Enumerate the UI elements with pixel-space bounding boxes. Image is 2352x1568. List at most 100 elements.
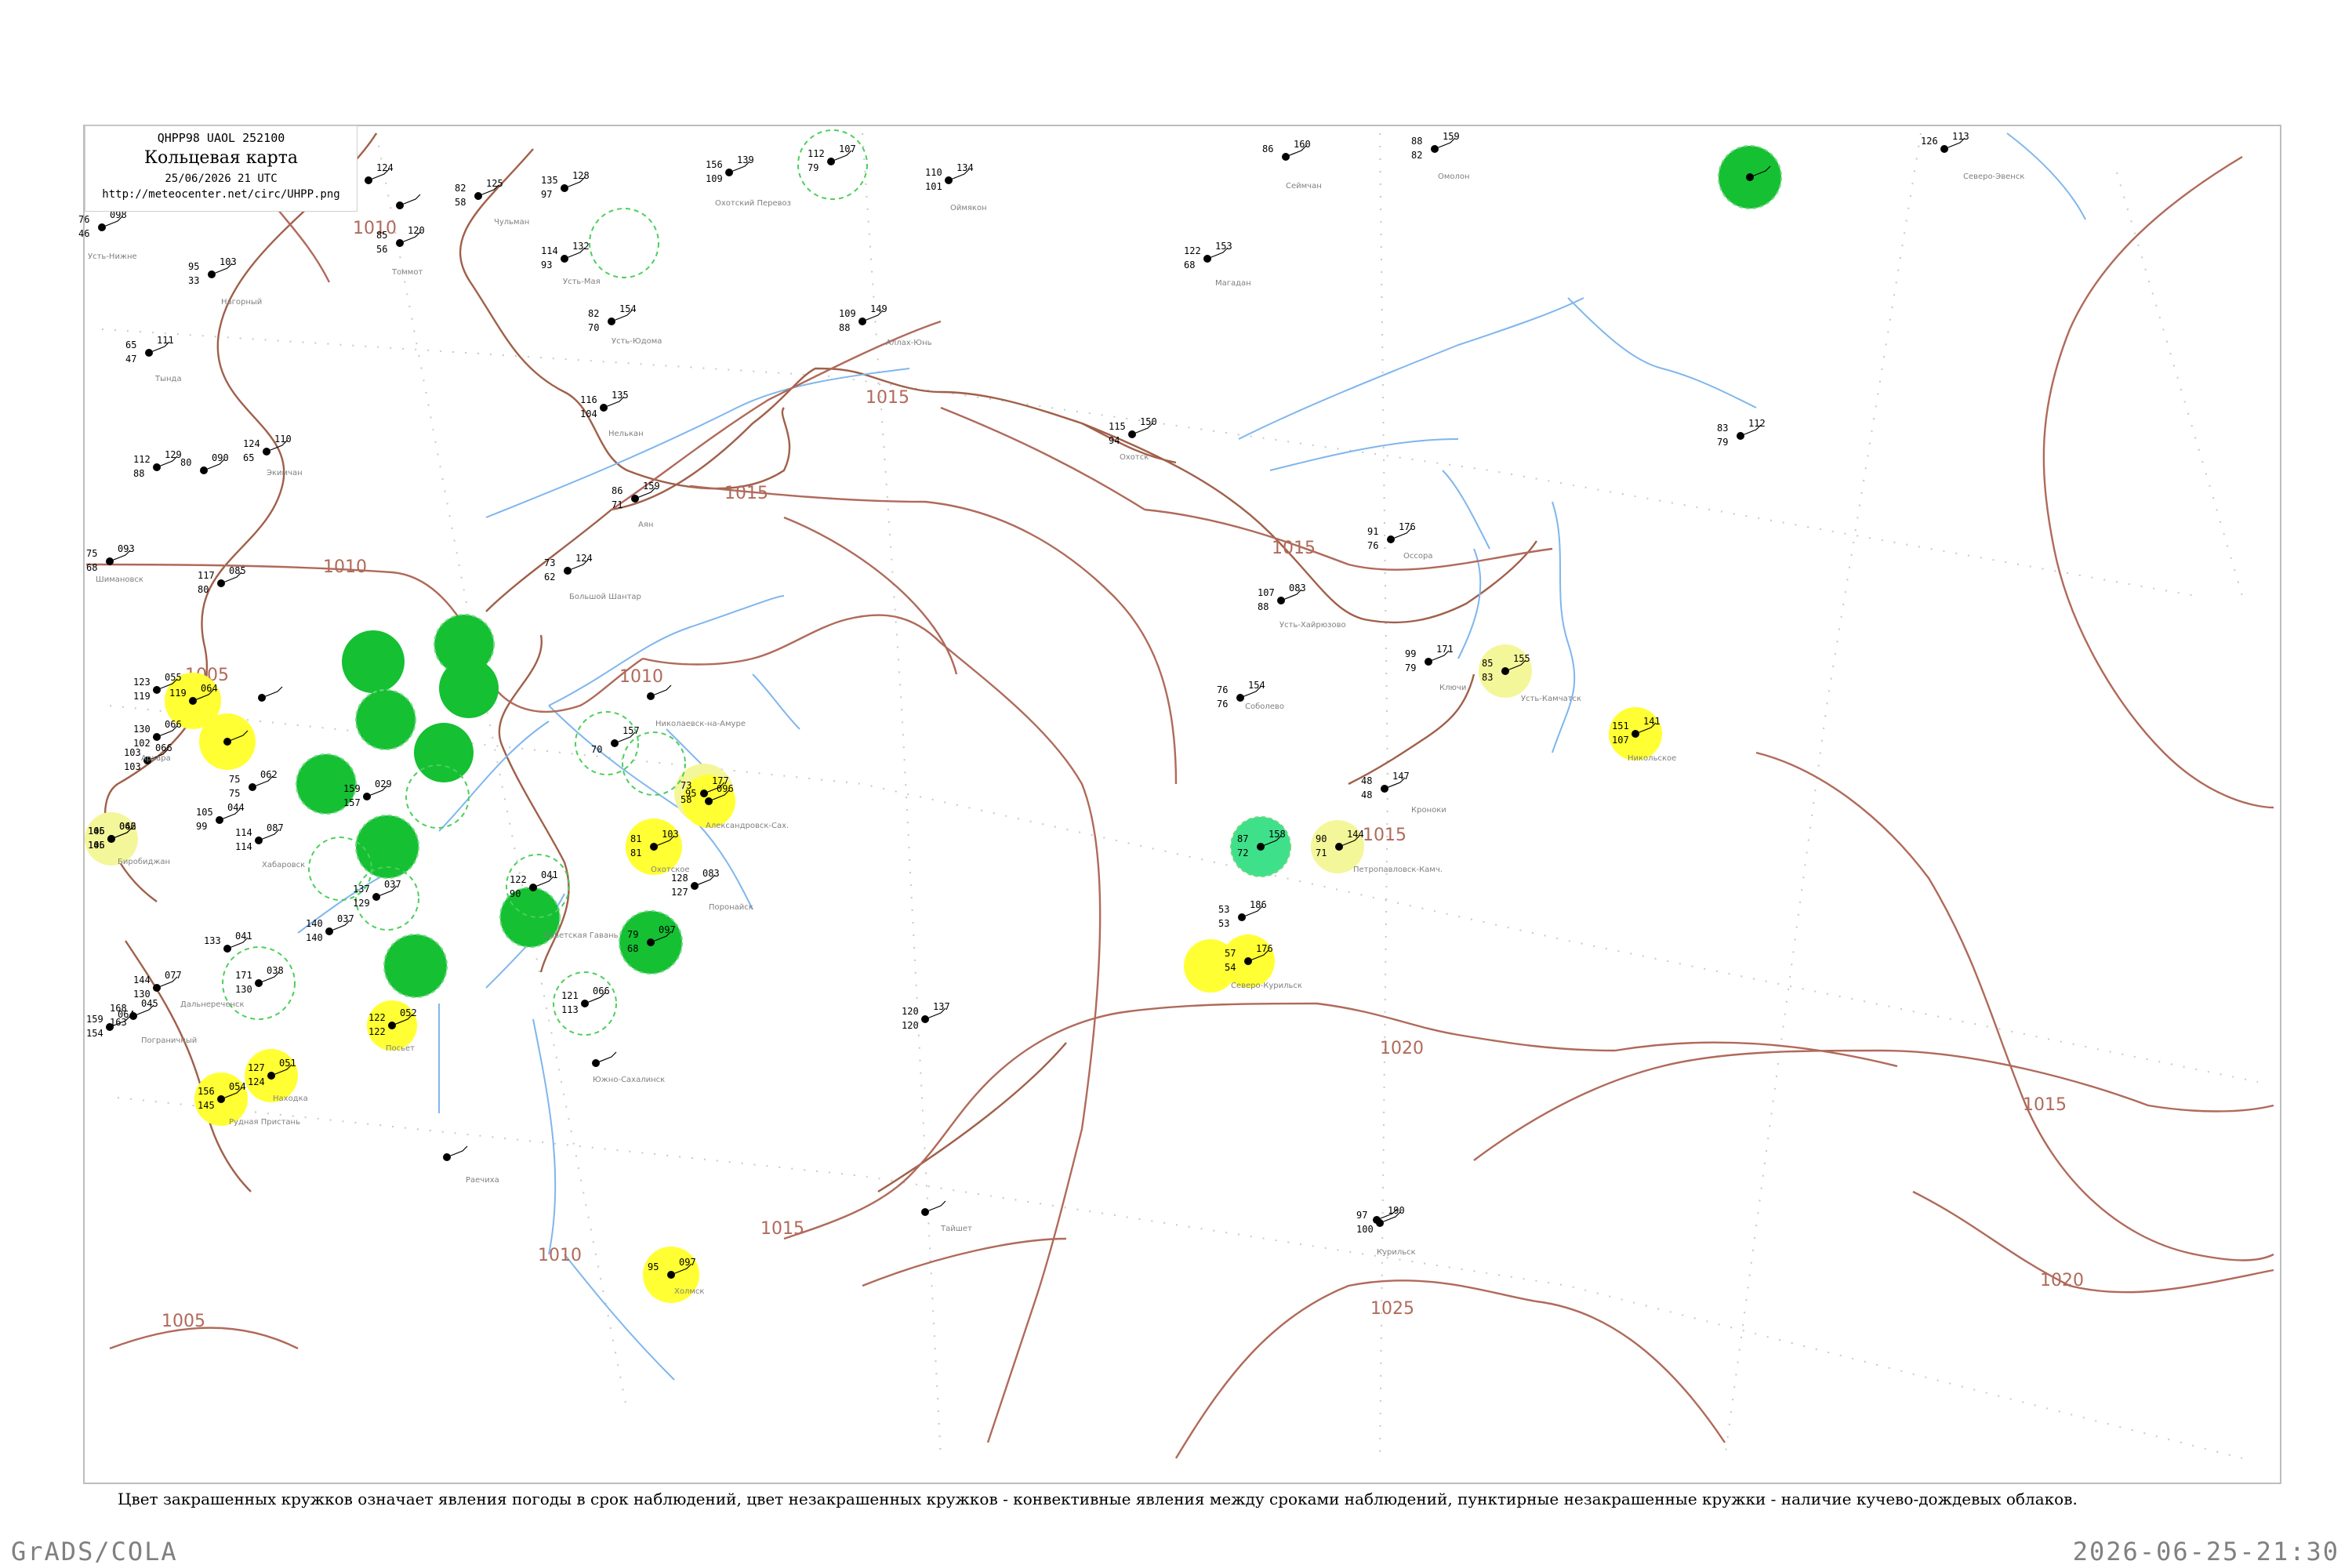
station-label: Магадан [1215,279,1251,288]
station-label: Тайшет [940,1225,972,1233]
station-dewpoint: 48 [1361,789,1372,800]
station-temperature: 144 [133,975,151,985]
station-pressure: 083 [1289,583,1306,593]
station-temperature: 82 [455,183,466,194]
station-temperature: 122 [1184,245,1201,256]
station-label: Аллах-Юнь [886,339,932,347]
station-pressure: 066 [593,985,610,996]
station-dewpoint: 62 [544,572,555,583]
station-label: Советская Гавань [544,931,619,940]
isobar-label: 1005 [162,1312,205,1331]
station-dewpoint: 72 [1237,848,1248,858]
station-temperature: 151 [1612,720,1629,731]
station-dewpoint: 99 [196,821,207,832]
station-label: Северо-Эвенск [1963,172,2024,181]
station-pressure: 087 [267,822,284,833]
station-dewpoint: 157 [343,797,361,808]
station-pressure: 111 [157,335,174,346]
station-pressure: 029 [375,779,392,789]
isobar-label: 1010 [619,667,663,687]
station-label: Усть-Камчатск [1521,695,1581,703]
isobar-label: 1010 [323,557,367,577]
station-pressure: 044 [227,802,245,813]
station-label: Нелькан [608,430,644,438]
station-label: Оймякон [950,204,987,212]
station-temperature: 116 [580,394,597,405]
station-dewpoint: 68 [86,562,97,573]
station-dewpoint: 88 [133,468,144,479]
station-dewpoint: 100 [1356,1224,1374,1235]
station-pressure: 041 [541,869,558,880]
station-pressure: 052 [400,1007,417,1018]
station-dewpoint: 140 [306,932,323,943]
isobar-label: 1020 [1380,1039,1424,1058]
isobar-label: 1015 [866,388,909,408]
station-temperature: 83 [1717,423,1728,434]
green-circle [342,630,405,693]
station-pressure: 176 [1256,943,1273,954]
station-dewpoint: 101 [925,181,942,192]
station-pressure: 153 [1215,241,1232,252]
station-label: Посьет [386,1044,415,1053]
station-dewpoint: 130 [235,984,252,995]
station-pressure: 155 [1513,653,1530,664]
station-pressure: 103 [662,829,679,840]
station-label: Тында [154,375,182,383]
station-label: Южно-Сахалинск [593,1076,665,1084]
station-label: Томмот [391,268,423,277]
station-dewpoint: 79 [1717,437,1728,448]
station-dewpoint: 90 [510,888,521,899]
station-pressure: 139 [737,154,754,165]
station-temperature: 81 [630,833,641,844]
station-temperature: 128 [671,873,688,884]
station-temperature: 90 [1316,833,1327,844]
station-temperature: 123 [133,677,151,688]
station-temperature: 145 [88,826,105,837]
station-label: Северо-Курильск [1231,982,1302,990]
station-pressure: 159 [1443,131,1460,142]
isobar-label: 1015 [2023,1095,2067,1115]
station-dewpoint: 79 [1405,662,1416,673]
station-label: Нагорный [221,298,262,307]
station-temperature: 95 [648,1261,659,1272]
station-temperature: 171 [235,970,252,981]
station-pressure: 055 [165,672,182,683]
map-header: QHPP98 UAOL 252100 Кольцевая карта 25/06… [85,125,358,212]
station-temperature: 85 [1482,658,1493,669]
station-dewpoint: 145 [198,1100,215,1111]
station-pressure: 083 [702,868,720,879]
station-pressure: 066 [165,719,182,730]
isobar-label: 1025 [1370,1299,1414,1319]
station-dewpoint: 46 [78,228,89,239]
station-pressure: 103 [220,256,237,267]
station-label: Хабаровск [262,861,305,869]
station-temperature: 88 [1411,136,1422,147]
station-temperature: 124 [243,438,260,449]
station-pressure: 037 [384,879,401,890]
station-pressure: 045 [141,998,158,1009]
station-temperature: 76 [1217,684,1228,695]
station-dewpoint: 129 [353,898,370,909]
station-pressure: 037 [337,913,354,924]
station-dewpoint: 54 [1225,962,1236,973]
station-label: Биробиджан [118,858,170,866]
station-pressure: 064 [118,1009,135,1020]
station-label: Петропавловск-Камч. [1353,866,1443,874]
station-pressure: 144 [1347,829,1364,840]
station-dewpoint: 79 [808,162,818,173]
green-circle [383,934,448,998]
station-temperature: 97 [1356,1210,1367,1221]
weather-map: 1010 1010 1005 1010 1015 1015 1015 1015 … [78,125,2281,1484]
station-dewpoint: 119 [133,691,151,702]
isobar-label: 1015 [760,1219,804,1239]
station-pressure: 051 [279,1058,296,1069]
station-label: Раечиха [466,1176,499,1185]
station-pressure: 150 [1140,416,1157,427]
station-pressure: 160 [1294,139,1311,150]
map-url[interactable]: http://meteocenter.net/circ/UHPP.png [85,188,357,201]
station-temperature: 117 [198,570,215,581]
station-dewpoint: 83 [1482,672,1493,683]
station-label: Холмск [674,1287,704,1296]
station-pressure: 190 [1388,1205,1405,1216]
station-label: Находка [273,1094,308,1103]
